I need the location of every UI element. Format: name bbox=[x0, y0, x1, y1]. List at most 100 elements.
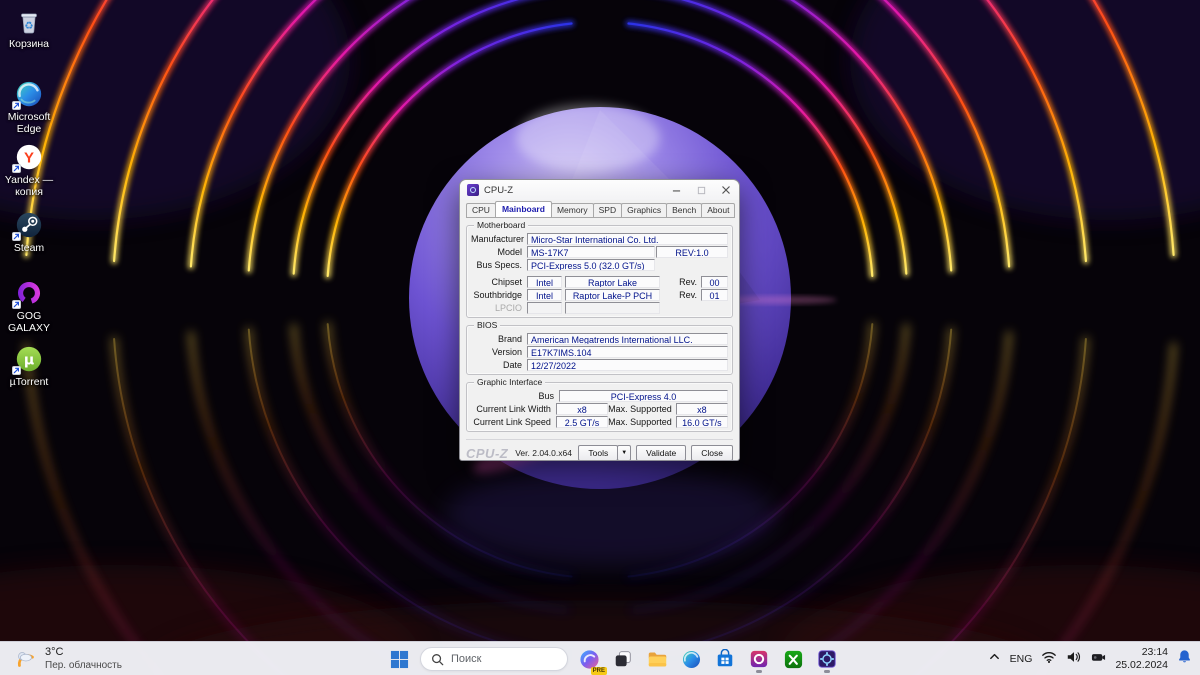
desktop-icon-edge[interactable]: Microsoft Edge bbox=[0, 79, 58, 136]
gi-width-label: Current Link Width bbox=[471, 404, 556, 414]
cpuz-tab-bar: CPU Mainboard Memory SPD Graphics Bench … bbox=[466, 203, 734, 218]
svg-text:Y: Y bbox=[24, 150, 34, 167]
task-view-icon bbox=[613, 649, 633, 669]
close-button[interactable]: Close bbox=[691, 445, 733, 461]
steam-icon bbox=[14, 210, 44, 240]
window-title: CPU-Z bbox=[484, 185, 513, 196]
weather-widget[interactable]: 3°C Пер. облачность bbox=[12, 642, 122, 675]
desktop-icon-label: Корзина bbox=[0, 38, 58, 50]
file-explorer-button[interactable] bbox=[644, 644, 670, 674]
running-indicator bbox=[824, 670, 830, 673]
maximize-button[interactable] bbox=[695, 184, 707, 196]
cpuz-logo: CPU-Z bbox=[466, 446, 508, 461]
tab-memory[interactable]: Memory bbox=[551, 203, 594, 218]
shortcut-arrow-icon bbox=[12, 164, 21, 173]
gi-speed-max-label: Max. Supported bbox=[608, 417, 676, 427]
close-icon[interactable] bbox=[720, 184, 732, 196]
taskbar-search[interactable] bbox=[420, 647, 568, 671]
chipset-label: Chipset bbox=[471, 277, 527, 287]
desktop-icon-yandex[interactable]: Y Yandex — копия bbox=[0, 142, 58, 199]
recycle-bin-icon: ♻ bbox=[14, 6, 44, 36]
notifications-button[interactable] bbox=[1177, 649, 1192, 669]
svg-text:♻: ♻ bbox=[24, 20, 33, 32]
model-value: MS-17K7 bbox=[527, 246, 655, 258]
southbridge-rev-value: 01 bbox=[701, 289, 728, 301]
bios-group: BIOS Brand American Megatrends Internati… bbox=[466, 325, 733, 375]
gi-speed-value: 2.5 GT/s bbox=[556, 416, 608, 428]
tab-cpu[interactable]: CPU bbox=[466, 203, 496, 218]
gi-speed-max-value: 16.0 GT/s bbox=[676, 416, 728, 428]
cpuz-titlebar[interactable]: CPU-Z bbox=[460, 180, 739, 200]
tab-mainboard[interactable]: Mainboard bbox=[495, 201, 552, 218]
speaker-icon bbox=[1066, 650, 1082, 664]
microsoft-store-button[interactable] bbox=[712, 644, 738, 674]
svg-text:µ: µ bbox=[24, 353, 34, 369]
gi-bus-value: PCI-Express 4.0 bbox=[559, 390, 728, 402]
desktop-icon-steam[interactable]: Steam bbox=[0, 210, 58, 254]
cpuz-icon bbox=[817, 649, 837, 669]
bus-specs-label: Bus Specs. bbox=[471, 260, 527, 270]
taskbar-center: PRE bbox=[386, 642, 840, 675]
desktop-icon-recycle-bin[interactable]: ♻ Корзина bbox=[0, 6, 58, 50]
bios-version-label: Version bbox=[471, 347, 527, 357]
graphic-interface-group: Graphic Interface Bus PCI-Express 4.0 Cu… bbox=[466, 382, 733, 432]
edge-icon bbox=[681, 649, 702, 670]
windows-logo-icon bbox=[390, 650, 409, 669]
lpcio-name-value bbox=[565, 302, 660, 314]
tray-time: 23:14 bbox=[1115, 646, 1168, 659]
chipset-vendor-value: Intel bbox=[527, 276, 562, 288]
tab-spd[interactable]: SPD bbox=[593, 203, 622, 218]
weather-temp: 3°C bbox=[45, 646, 122, 660]
minimize-button[interactable] bbox=[670, 184, 682, 196]
yandex-icon: Y bbox=[14, 142, 44, 172]
chipset-rev-label: Rev. bbox=[679, 277, 701, 287]
gi-width-max-value: x8 bbox=[676, 403, 728, 415]
tab-bench[interactable]: Bench bbox=[666, 203, 702, 218]
gog-galaxy-icon bbox=[749, 649, 769, 669]
cpuz-taskbar-button[interactable] bbox=[814, 644, 840, 674]
gog-galaxy-taskbar-button[interactable] bbox=[746, 644, 772, 674]
xbox-button[interactable] bbox=[780, 644, 806, 674]
wifi-button[interactable] bbox=[1041, 650, 1057, 669]
desktop-icon-utorrent[interactable]: µ µTorrent bbox=[0, 344, 58, 388]
tab-graphics[interactable]: Graphics bbox=[621, 203, 667, 218]
tray-app-icon[interactable] bbox=[1091, 650, 1106, 668]
bios-date-value: 12/27/2022 bbox=[527, 359, 728, 371]
shortcut-arrow-icon bbox=[12, 300, 21, 309]
validate-button[interactable]: Validate bbox=[636, 445, 686, 461]
copilot-button[interactable]: PRE bbox=[576, 644, 602, 674]
edge-taskbar-button[interactable] bbox=[678, 644, 704, 674]
lpcio-label: LPCIO bbox=[471, 303, 527, 313]
volume-button[interactable] bbox=[1066, 650, 1082, 669]
model-label: Model bbox=[471, 247, 527, 257]
bios-date-label: Date bbox=[471, 360, 527, 370]
gog-galaxy-icon bbox=[14, 278, 44, 308]
desktop-icon-gog-galaxy[interactable]: GOG GALAXY bbox=[0, 278, 58, 335]
desktop-icon-label: GOG GALAXY bbox=[0, 310, 58, 335]
southbridge-name-value: Raptor Lake-P PCH bbox=[565, 289, 660, 301]
motherboard-group: Motherboard Manufacturer Micro-Star Inte… bbox=[466, 225, 733, 318]
bell-icon bbox=[1177, 649, 1192, 664]
model-rev-value: REV:1.0 bbox=[656, 246, 728, 258]
search-input[interactable] bbox=[451, 653, 551, 665]
language-indicator[interactable]: ENG bbox=[1010, 653, 1033, 665]
clock-widget[interactable]: 23:14 25.02.2024 bbox=[1115, 646, 1168, 671]
tab-about[interactable]: About bbox=[701, 203, 735, 218]
gi-width-value: x8 bbox=[556, 403, 608, 415]
manufacturer-label: Manufacturer bbox=[471, 234, 527, 244]
tray-chevron-button[interactable] bbox=[988, 650, 1001, 668]
desktop-icon-label: Steam bbox=[0, 242, 58, 254]
task-view-button[interactable] bbox=[610, 644, 636, 674]
system-tray: ENG 23:14 bbox=[988, 642, 1192, 675]
gi-width-max-label: Max. Supported bbox=[608, 404, 676, 414]
weather-icon bbox=[12, 646, 38, 672]
group-title: Graphic Interface bbox=[474, 377, 545, 387]
taskbar: 3°C Пер. облачность bbox=[0, 641, 1200, 675]
tools-button[interactable]: Tools bbox=[578, 445, 618, 461]
start-button[interactable] bbox=[386, 644, 412, 674]
edge-icon bbox=[14, 79, 44, 109]
running-indicator bbox=[756, 670, 762, 673]
bios-version-value: E17K7IMS.104 bbox=[527, 346, 728, 358]
gi-bus-label: Bus bbox=[471, 391, 559, 401]
tools-dropdown-button[interactable]: ▼ bbox=[617, 445, 631, 461]
